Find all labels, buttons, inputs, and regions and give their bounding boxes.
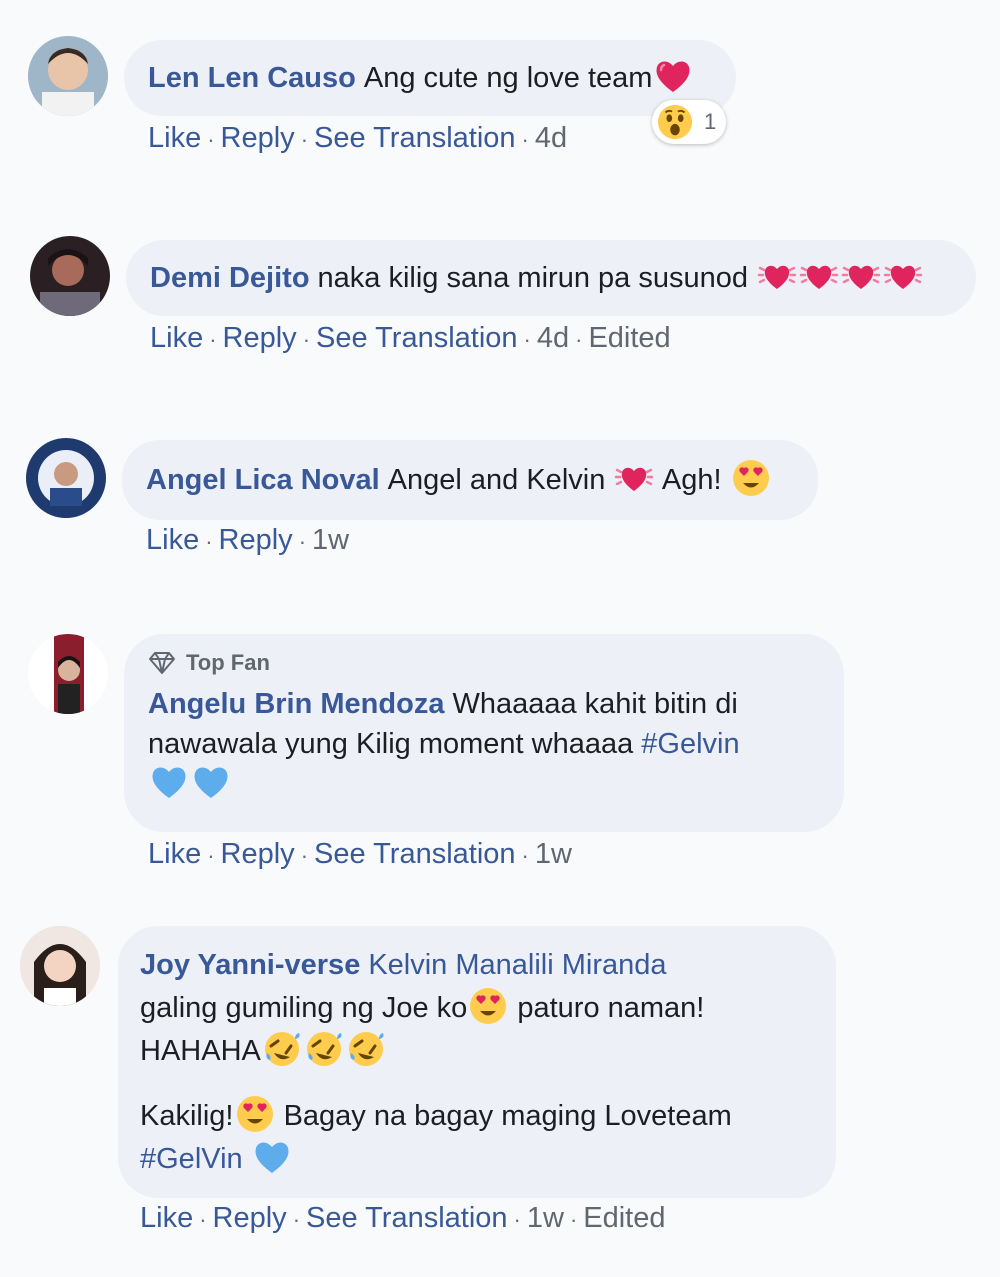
comment-author[interactable]: Len Len Causo: [148, 62, 356, 94]
comment-text: Kakilig!: [140, 1100, 234, 1132]
separator: ·: [521, 843, 529, 868]
separator: ·: [569, 1207, 578, 1232]
beating-heart-icon: [799, 256, 839, 296]
beating-heart-icon: [757, 256, 797, 296]
reply-button[interactable]: Reply: [221, 838, 295, 870]
like-button[interactable]: Like: [148, 122, 201, 154]
comment-text: Angel and Kelvin: [387, 464, 606, 496]
separator: ·: [521, 127, 529, 152]
comment-text: Bagay na bagay maging Loveteam: [283, 1100, 732, 1132]
hashtag-link[interactable]: #Gelvin: [641, 728, 739, 760]
reply-button[interactable]: Reply: [213, 1202, 287, 1234]
beating-heart-icon: [883, 256, 923, 296]
like-button[interactable]: Like: [140, 1202, 193, 1234]
comment-text: Agh!: [661, 464, 722, 496]
comment-actions: Like · Reply · See Translation · 4d: [148, 122, 567, 155]
heart-eyes-icon: [731, 458, 771, 498]
avatar[interactable]: [26, 438, 106, 518]
timestamp[interactable]: 1w: [312, 524, 349, 556]
avatar[interactable]: [30, 236, 110, 316]
heart-eyes-icon: [235, 1094, 275, 1134]
like-button[interactable]: Like: [146, 524, 199, 556]
blue-heart-icon: [149, 762, 189, 802]
reply-button[interactable]: Reply: [221, 122, 295, 154]
avatar[interactable]: [20, 926, 100, 1006]
top-fan-label: Top Fan: [186, 650, 270, 675]
top-fan-badge[interactable]: Top Fan: [148, 648, 740, 678]
comment-bubble: Angel Lica Noval Angel and Kelvin Agh!: [122, 440, 818, 520]
reaction-count: 1: [704, 109, 717, 134]
separator: ·: [207, 127, 215, 152]
like-button[interactable]: Like: [148, 838, 201, 870]
see-translation-link[interactable]: See Translation: [316, 322, 518, 354]
separator: ·: [199, 1207, 207, 1232]
separator: ·: [292, 1207, 301, 1232]
separator: ·: [300, 127, 309, 152]
wow-icon: [656, 103, 694, 141]
comment-author[interactable]: Demi Dejito: [150, 262, 310, 294]
comment-actions: Like · Reply · See Translation · 1w: [148, 838, 572, 871]
timestamp[interactable]: 1w: [527, 1202, 564, 1234]
timestamp[interactable]: 4d: [535, 122, 567, 154]
beating-heart-icon: [841, 256, 881, 296]
rofl-icon: [304, 1029, 344, 1069]
comment-text: naka kilig sana mirun pa susunod: [317, 262, 748, 294]
separator: ·: [302, 327, 311, 352]
comment-bubble: Joy Yanni-verse Kelvin Manalili Miranda g…: [118, 926, 836, 1198]
comment-text: paturo naman!: [517, 992, 705, 1024]
separator: ·: [575, 327, 583, 352]
mention-link[interactable]: Kelvin Manalili Miranda: [368, 949, 666, 981]
red-heart-icon: [653, 56, 693, 96]
comment-text: Ang cute ng love team: [363, 62, 653, 94]
separator: ·: [205, 529, 213, 554]
comment-bubble: Top Fan Angelu Brin Mendoza Whaaaaa kahit…: [124, 634, 844, 832]
beating-heart-icon: [614, 458, 654, 498]
reaction-summary[interactable]: 1: [652, 100, 727, 144]
blue-heart-icon: [252, 1137, 292, 1177]
avatar[interactable]: [28, 634, 108, 714]
separator: ·: [513, 1207, 521, 1232]
comment-actions: Like · Reply · See Translation · 4d · Edited: [150, 322, 671, 355]
diamond-icon: [149, 652, 175, 674]
comment-text: galing gumiling ng Joe ko: [140, 992, 468, 1024]
rofl-icon: [262, 1029, 302, 1069]
hashtag-link[interactable]: #GelVin: [140, 1143, 243, 1175]
timestamp[interactable]: 4d: [537, 322, 569, 354]
separator: ·: [207, 843, 215, 868]
reply-button[interactable]: Reply: [223, 322, 297, 354]
comment-text: HAHAHA: [140, 1035, 261, 1067]
see-translation-link[interactable]: See Translation: [314, 122, 516, 154]
comment-text-line1: Whaaaaa kahit bitin di: [452, 688, 738, 720]
comment-bubble: Demi Dejito naka kilig sana mirun pa susu…: [126, 240, 976, 316]
separator: ·: [298, 529, 307, 554]
separator: ·: [523, 327, 531, 352]
heart-eyes-icon: [468, 986, 508, 1026]
see-translation-link[interactable]: See Translation: [306, 1202, 508, 1234]
comment-author[interactable]: Joy Yanni-verse: [140, 949, 360, 981]
reply-button[interactable]: Reply: [219, 524, 293, 556]
see-translation-link[interactable]: See Translation: [314, 838, 516, 870]
comment-actions: Like · Reply · 1w: [146, 524, 349, 557]
separator: ·: [209, 327, 217, 352]
comment-bubble: Len Len Causo Ang cute ng love team: [124, 40, 736, 116]
comment-actions: Like · Reply · See Translation · 1w · Edited: [140, 1202, 666, 1235]
edited-label[interactable]: Edited: [583, 1202, 665, 1234]
edited-label[interactable]: Edited: [588, 322, 670, 354]
comment-author[interactable]: Angelu Brin Mendoza: [148, 688, 444, 720]
comment-author[interactable]: Angel Lica Noval: [146, 464, 380, 496]
rofl-icon: [346, 1029, 386, 1069]
comment-text-line2: nawawala yung Kilig moment whaaaa: [148, 728, 634, 760]
separator: ·: [300, 843, 309, 868]
timestamp[interactable]: 1w: [535, 838, 572, 870]
avatar[interactable]: [28, 36, 108, 116]
like-button[interactable]: Like: [150, 322, 203, 354]
blue-heart-icon: [191, 762, 231, 802]
